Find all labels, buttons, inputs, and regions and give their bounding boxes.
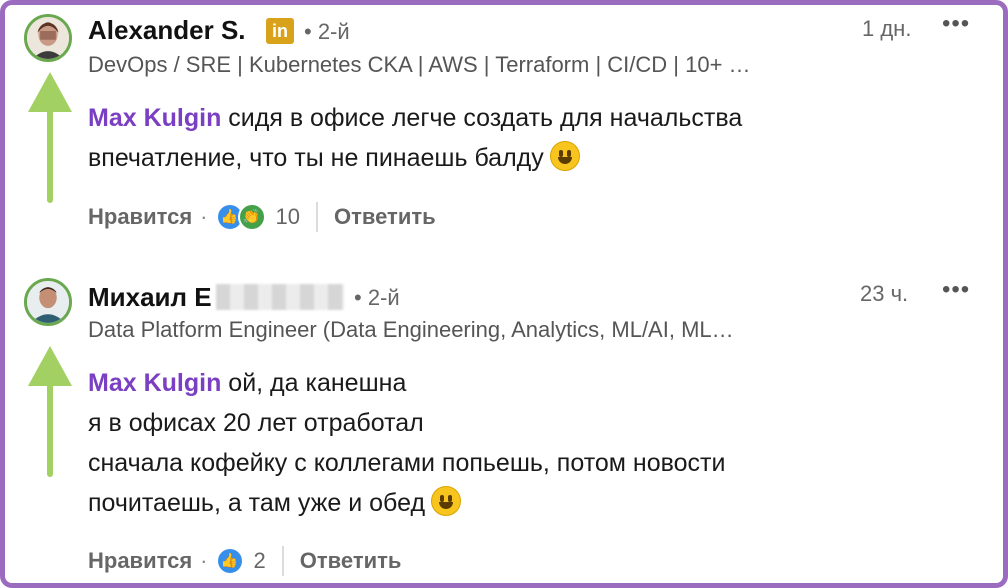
timestamp: 1 дн.: [862, 16, 912, 41]
author-name[interactable]: Alexander S.: [88, 15, 246, 46]
like-icon: 👍: [215, 547, 244, 575]
avatar[interactable]: [24, 14, 72, 62]
reply-button[interactable]: Ответить: [300, 548, 402, 574]
comment-line: сидя в офисе легче создать для начальств…: [221, 104, 743, 132]
smiling-face-icon: [549, 141, 580, 171]
redacted-surname: [216, 284, 344, 310]
comment-text: Max Kulgin сидя в офисе легче создать дл…: [88, 98, 742, 178]
comment-line: сначала кофейку с коллегами попьешь, пот…: [88, 449, 726, 477]
author-headline: DevOps / SRE | Kubernetes CKA | AWS | Te…: [88, 52, 751, 77]
connection-degree: • 2-й: [304, 19, 350, 44]
comment-line: впечатление, что ты не пинаешь балду: [88, 144, 544, 172]
mention-link[interactable]: Max Kulgin: [88, 369, 221, 397]
comment-line: ой, да канешна: [221, 369, 407, 397]
reaction-icons[interactable]: 👍 👏: [215, 203, 266, 231]
avatar[interactable]: [24, 278, 72, 326]
like-button[interactable]: Нравится: [88, 204, 192, 230]
arrow-up-icon: [28, 346, 72, 477]
like-button[interactable]: Нравится: [88, 548, 192, 574]
reply-button[interactable]: Ответить: [334, 204, 436, 230]
reaction-count[interactable]: 2: [254, 548, 266, 574]
comment-line: почитаешь, а там уже и обед: [88, 489, 426, 517]
rolling-laughing-face-icon: [431, 486, 462, 516]
more-options-icon[interactable]: •••: [942, 10, 970, 38]
linkedin-badge-icon: in: [266, 18, 294, 44]
separator-dot: ·: [200, 548, 208, 573]
divider: [315, 202, 318, 232]
comment: Михаил Е • 2-й 23 ч. ••• Data Platform E…: [0, 262, 1008, 588]
reaction-count[interactable]: 10: [276, 204, 300, 230]
author-headline: Data Platform Engineer (Data Engineering…: [88, 317, 734, 342]
comment-line: я в офисах 20 лет отработал: [88, 409, 424, 437]
comment-actions: Нравится · 👍 2 Ответить: [88, 546, 401, 576]
arrow-up-icon: [28, 72, 72, 203]
comment-text: Max Kulgin ой, да канешна я в офисах 20 …: [88, 363, 725, 523]
separator-dot: ·: [200, 204, 208, 229]
mention-link[interactable]: Max Kulgin: [88, 104, 221, 132]
comment-actions: Нравится · 👍 👏 10 Ответить: [88, 202, 436, 232]
reaction-icons[interactable]: 👍: [215, 547, 244, 575]
connection-degree: • 2-й: [354, 285, 400, 310]
comment: Alexander S. in • 2-й 1 дн. ••• DevOps /…: [0, 0, 1008, 262]
timestamp: 23 ч.: [860, 281, 909, 306]
celebrate-icon: 👏: [237, 203, 266, 231]
author-name[interactable]: Михаил Е: [88, 282, 212, 313]
more-options-icon[interactable]: •••: [942, 276, 970, 304]
divider: [281, 546, 284, 576]
